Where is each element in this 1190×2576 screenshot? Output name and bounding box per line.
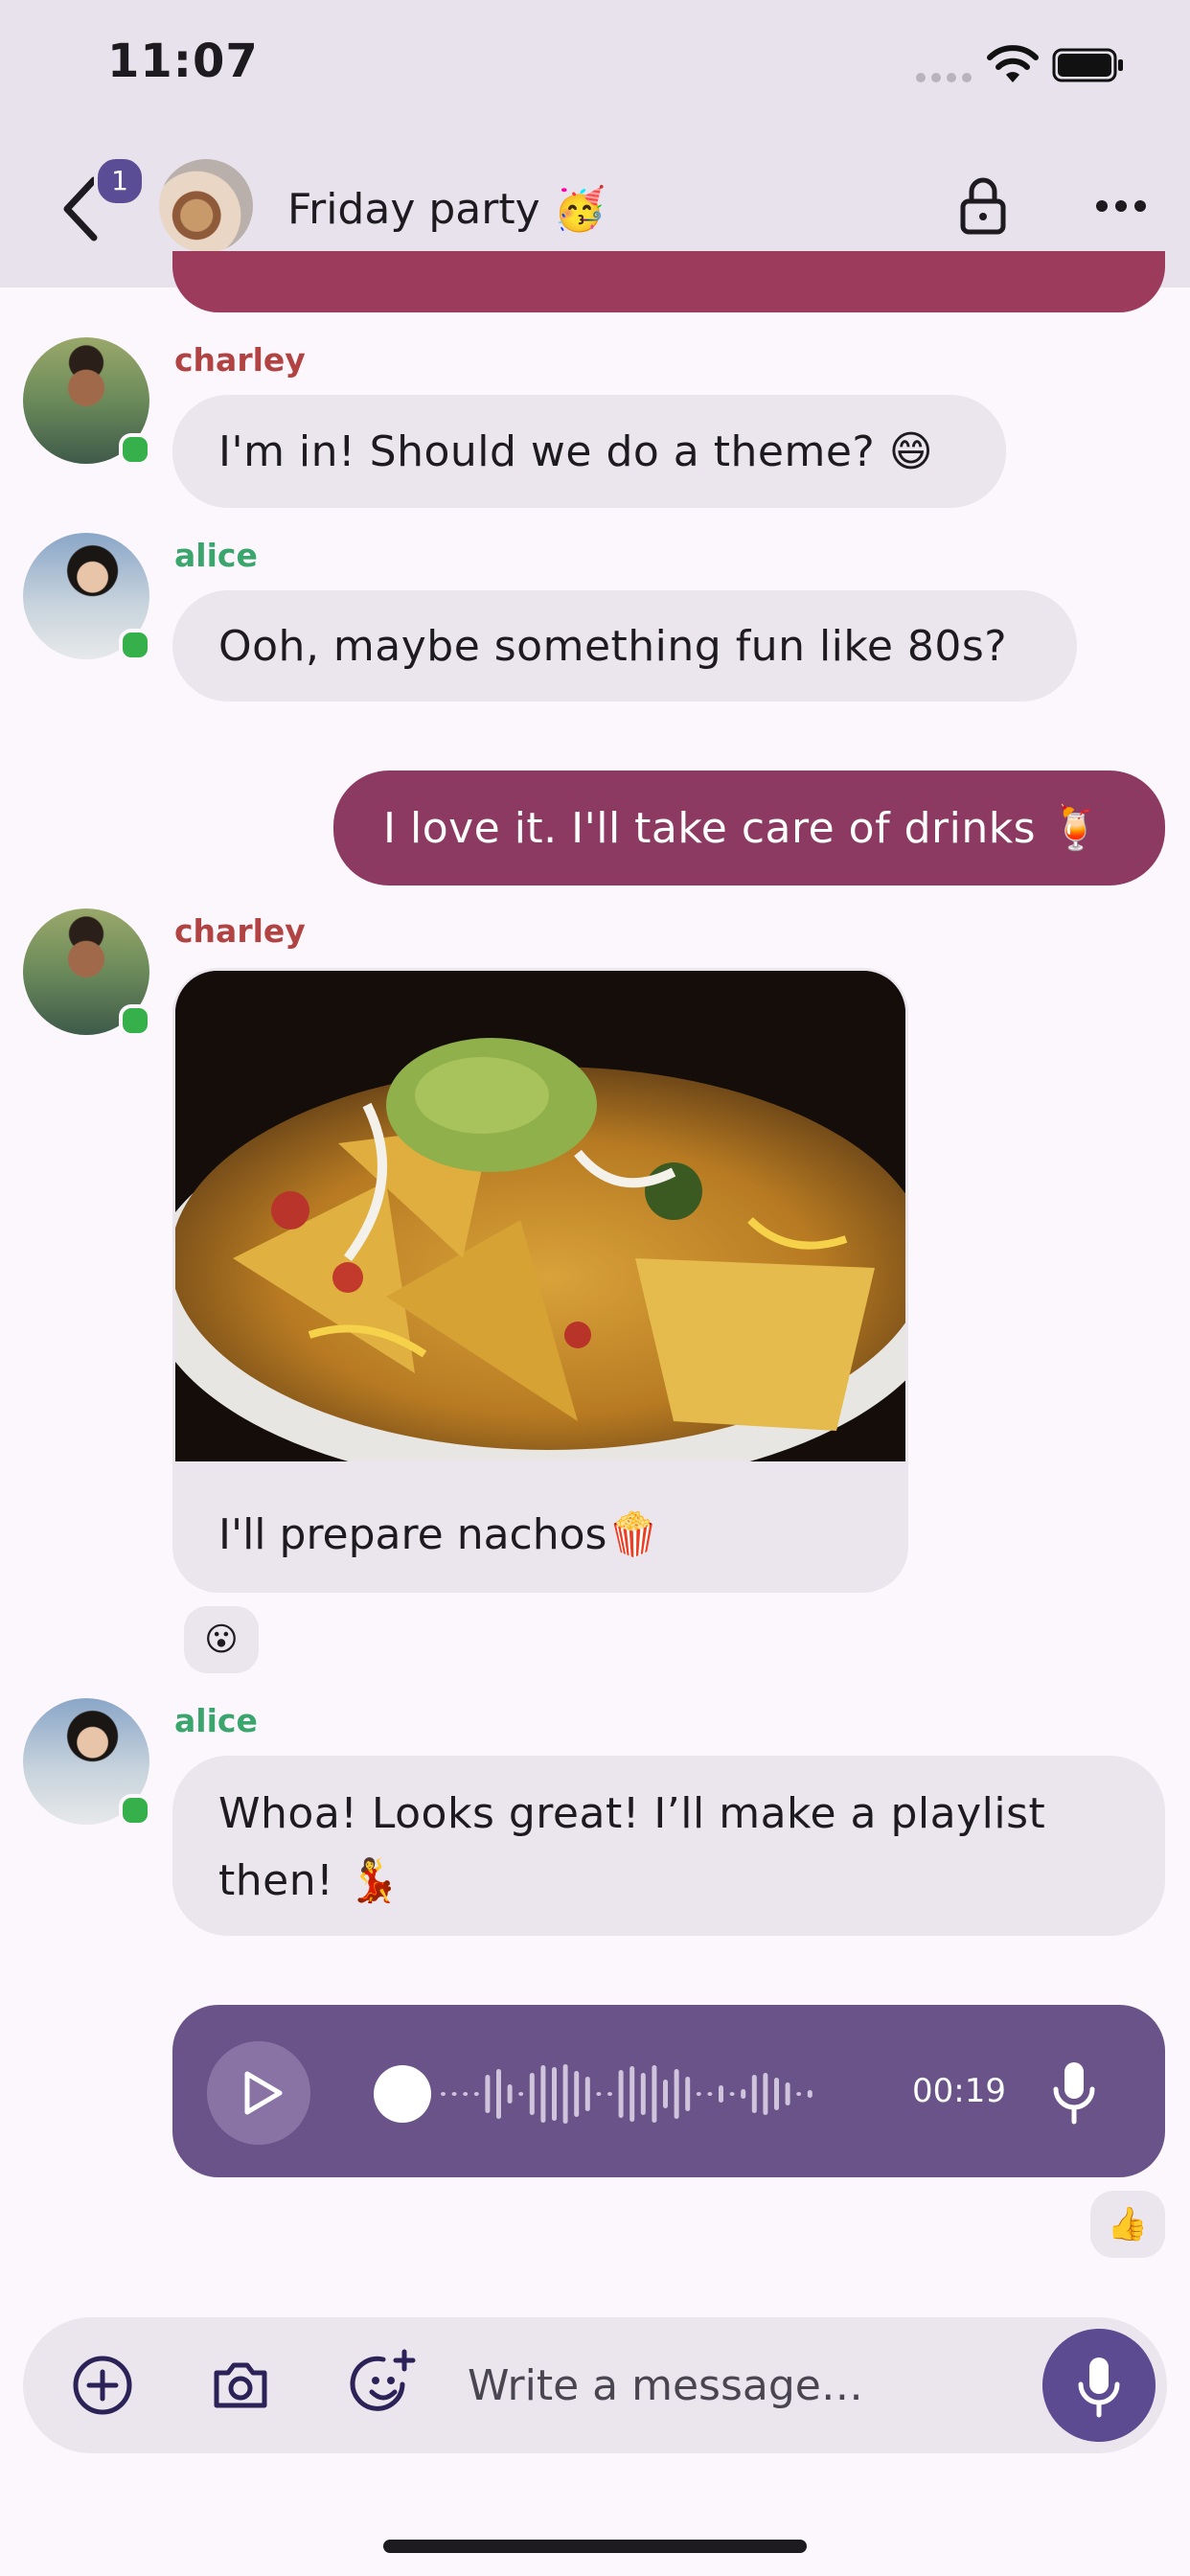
message-bubble[interactable]: Ooh, maybe something fun like 80s? bbox=[172, 590, 1077, 702]
waveform-bar bbox=[574, 2071, 580, 2117]
reaction-badge[interactable]: 😮 bbox=[184, 1606, 259, 1673]
waveform-bar bbox=[552, 2067, 557, 2121]
outgoing-message-bubble[interactable]: I love it. I'll take care of drinks 🍹 bbox=[333, 770, 1165, 886]
waveform-bar bbox=[529, 2073, 535, 2115]
waveform-bar bbox=[463, 2092, 469, 2096]
waveform-bar bbox=[618, 2070, 624, 2118]
online-indicator bbox=[119, 433, 151, 466]
more-icon[interactable] bbox=[1092, 190, 1150, 222]
waveform-bar bbox=[629, 2066, 635, 2122]
waveform-bar bbox=[674, 2069, 679, 2119]
camera-icon[interactable] bbox=[209, 2354, 272, 2417]
waveform-bar bbox=[562, 2064, 568, 2124]
chat-title[interactable]: Friday party 🥳 bbox=[287, 184, 606, 234]
unread-badge: 1 bbox=[94, 155, 146, 207]
nachos-photo-art bbox=[175, 971, 905, 1461]
waveform-bar bbox=[685, 2077, 691, 2111]
message-text: Ooh, maybe something fun like 80s? bbox=[218, 621, 1008, 671]
waveform-bar bbox=[807, 2090, 812, 2098]
waveform-bar bbox=[652, 2065, 657, 2123]
wifi-icon bbox=[987, 45, 1039, 82]
message-text-line: then! 💃 bbox=[218, 1856, 401, 1905]
waveform-bar bbox=[496, 2069, 501, 2119]
image-message[interactable]: I'll prepare nachos🍿 bbox=[172, 968, 908, 1593]
waveform-bar bbox=[540, 2065, 546, 2123]
message-input[interactable] bbox=[468, 2352, 1004, 2419]
voice-duration: 00:19 bbox=[912, 2072, 1006, 2110]
home-indicator bbox=[383, 2540, 807, 2553]
waveform-bar bbox=[485, 2075, 491, 2113]
message-text: I'm in! Should we do a theme? 😄 bbox=[218, 426, 934, 476]
group-avatar[interactable] bbox=[159, 159, 253, 253]
waveform-bar bbox=[729, 2092, 735, 2096]
waveform-bar bbox=[663, 2080, 668, 2108]
waveform-bar bbox=[596, 2092, 602, 2096]
waveform-bar bbox=[696, 2092, 701, 2096]
waveform-bar bbox=[785, 2082, 790, 2105]
add-circle-icon[interactable] bbox=[71, 2354, 134, 2417]
waveform-bar bbox=[473, 2092, 479, 2096]
waveform-bar bbox=[719, 2085, 723, 2103]
waveform-bar bbox=[640, 2073, 646, 2115]
waveform-bar bbox=[751, 2075, 757, 2113]
reaction-badge[interactable]: 👍 bbox=[1090, 2191, 1165, 2258]
sender-name: alice bbox=[174, 537, 258, 574]
message-text-line: Whoa! Looks great! I’ll make a playlist bbox=[218, 1789, 1046, 1838]
online-indicator bbox=[119, 1794, 151, 1827]
waveform-bar bbox=[774, 2078, 779, 2110]
sender-name: charley bbox=[174, 341, 306, 379]
image-caption: I'll prepare nachos🍿 bbox=[218, 1510, 660, 1559]
record-voice-button[interactable] bbox=[1042, 2329, 1156, 2442]
message-bubble[interactable]: I'm in! Should we do a theme? 😄 bbox=[172, 395, 1006, 508]
waveform-bar bbox=[607, 2092, 612, 2096]
waveform-bar bbox=[741, 2089, 746, 2099]
waveform-bar bbox=[584, 2077, 590, 2111]
microphone-icon bbox=[1053, 2062, 1095, 2125]
message-bubble[interactable]: Whoa! Looks great! I’ll make a playlist … bbox=[172, 1756, 1165, 1936]
sender-name: alice bbox=[174, 1702, 258, 1739]
sender-name: charley bbox=[174, 912, 306, 950]
waveform-bar bbox=[507, 2084, 513, 2104]
voice-progress-knob bbox=[374, 2065, 431, 2123]
previous-message-bubble[interactable] bbox=[172, 251, 1165, 312]
online-indicator bbox=[119, 629, 151, 661]
waveform-bar bbox=[763, 2073, 768, 2115]
voice-waveform[interactable] bbox=[364, 2051, 862, 2137]
status-time: 11:07 bbox=[107, 34, 259, 88]
emoji-add-icon[interactable] bbox=[347, 2346, 420, 2419]
waveform-bar bbox=[796, 2092, 802, 2096]
waveform-bar bbox=[707, 2092, 713, 2096]
lock-icon[interactable] bbox=[958, 176, 1008, 236]
play-icon[interactable] bbox=[207, 2041, 310, 2145]
message-text: I love it. I'll take care of drinks 🍹 bbox=[383, 804, 1103, 853]
waveform-bar bbox=[451, 2092, 457, 2096]
online-indicator bbox=[119, 1004, 151, 1037]
battery-icon bbox=[1052, 48, 1123, 82]
nachos-photo[interactable] bbox=[175, 971, 905, 1461]
waveform-bar bbox=[518, 2092, 524, 2096]
waveform-bar bbox=[441, 2092, 446, 2096]
